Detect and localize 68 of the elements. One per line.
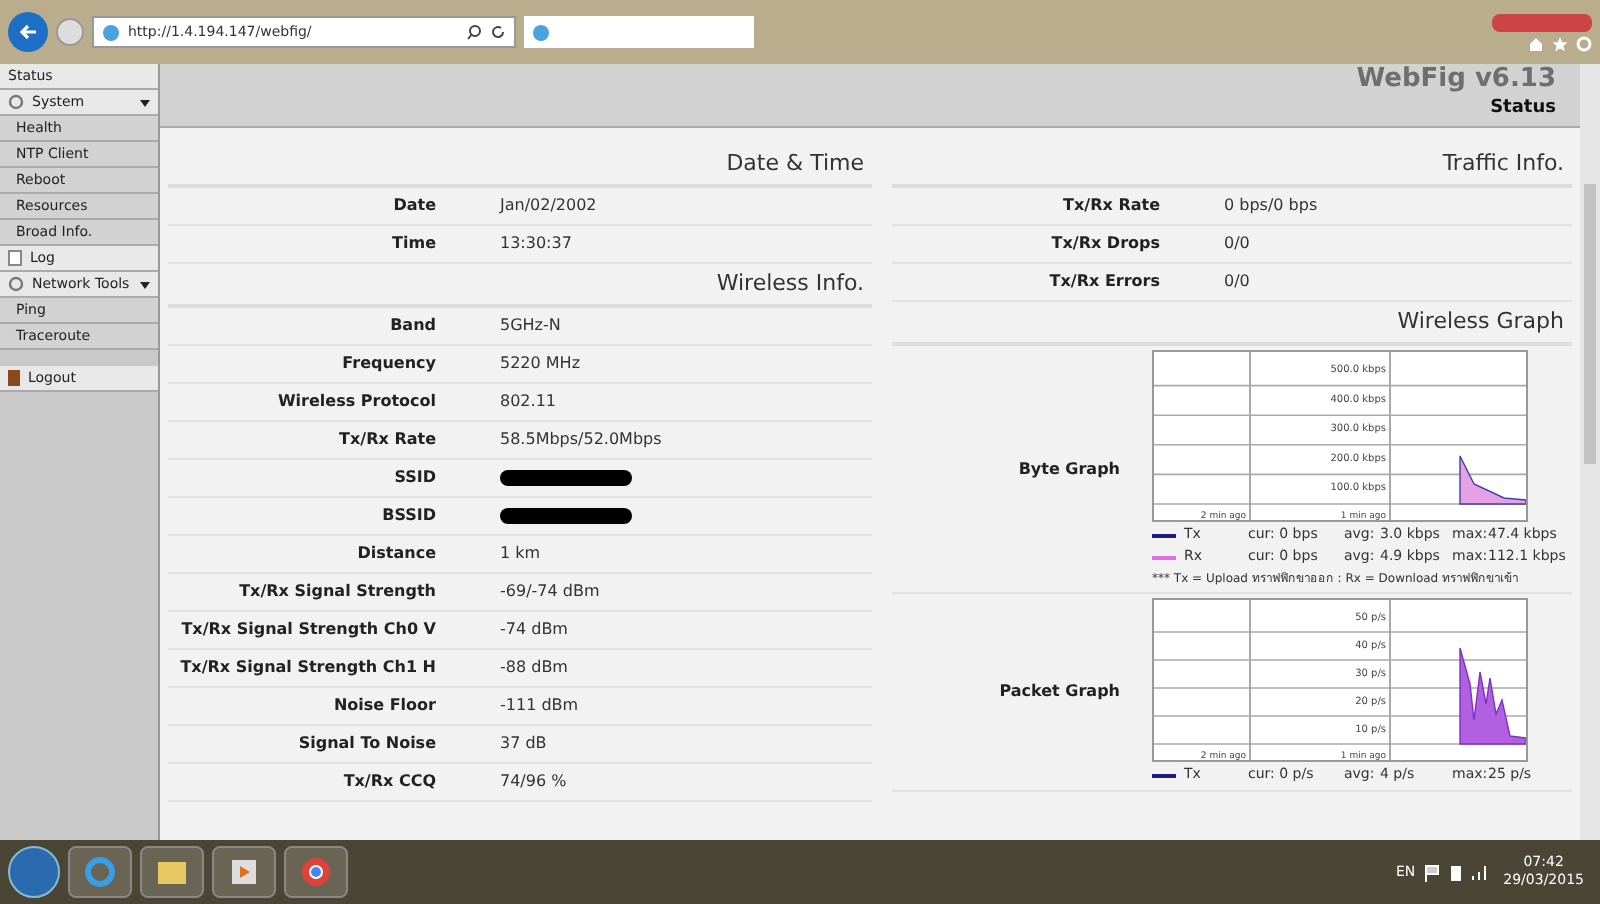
- field-value: -88 dBm: [498, 656, 568, 680]
- section-title: Date & Time: [726, 147, 866, 179]
- signal-icon[interactable]: [1469, 863, 1488, 881]
- field-value: -111 dBm: [498, 694, 579, 718]
- field-value: -74 dBm: [498, 618, 568, 642]
- field-value: 1 km: [498, 542, 541, 566]
- battery-icon[interactable]: [1449, 863, 1462, 881]
- field-value: 802.11: [498, 390, 556, 414]
- search-icon: [466, 24, 482, 40]
- field-label: Time: [390, 232, 438, 256]
- field-label: Tx/Rx Rate: [1061, 194, 1162, 218]
- folder-icon: [156, 856, 188, 888]
- browser-page-icon: [102, 23, 120, 41]
- door-icon: [8, 370, 20, 386]
- section-title: Wireless Graph: [1397, 305, 1566, 337]
- field-label: SSID: [392, 466, 438, 490]
- field-label: Tx/Rx Rate: [337, 428, 438, 452]
- taskbar-app-button[interactable]: [284, 846, 348, 898]
- taskbar-app-button[interactable]: [212, 846, 276, 898]
- field-value: -69/-74 dBm: [498, 580, 600, 604]
- field-value: 0 bps/0 bps: [1222, 194, 1318, 218]
- field-value: 5GHz-N: [498, 314, 561, 338]
- field-label: Frequency: [340, 352, 438, 376]
- field-value: 74/96 %: [498, 770, 567, 794]
- field-label: Band: [388, 314, 438, 338]
- browser-tab[interactable]: [524, 16, 754, 48]
- field-label: Distance: [355, 542, 438, 566]
- field-label: Tx/Rx Signal Strength Ch0 V: [179, 618, 438, 642]
- page-title: Status: [1490, 96, 1556, 122]
- traffic-area: [1459, 455, 1527, 505]
- field-value: 0/0: [1222, 232, 1250, 256]
- field-label: Tx/Rx Signal Strength Ch1 H: [178, 656, 438, 680]
- refresh-icon: [490, 24, 506, 40]
- section-title: Traffic Info.: [1442, 147, 1566, 179]
- field-label: Wireless Protocol: [275, 390, 438, 414]
- section-title: Wireless Info.: [716, 267, 866, 299]
- field-value: 5220 MHz: [498, 352, 581, 376]
- field-label: Tx/Rx Drops: [1049, 232, 1162, 256]
- field-value: 0/0: [1222, 270, 1250, 294]
- home-icon[interactable]: [1528, 35, 1544, 51]
- start-button[interactable]: [8, 846, 60, 898]
- flag-icon[interactable]: [1423, 863, 1442, 881]
- field-value: 37 dB: [498, 732, 547, 756]
- field-label: Byte Graph: [1016, 457, 1122, 481]
- traffic-area: [1459, 647, 1527, 745]
- browser-page-icon: [532, 23, 550, 41]
- back-button[interactable]: [8, 12, 48, 52]
- field-value: Jan/02/2002: [497, 194, 597, 218]
- field-label: Date: [391, 194, 438, 218]
- brand-title: WebFig v6.13: [1356, 64, 1556, 96]
- field-label: Tx/Rx CCQ: [341, 770, 438, 794]
- field-label: BSSID: [380, 504, 438, 528]
- field-label: Tx/Rx Errors: [1047, 270, 1162, 294]
- field-label: Signal To Noise: [296, 732, 438, 756]
- settings-icon[interactable]: [1576, 35, 1592, 51]
- field-label: Noise Floor: [331, 694, 438, 718]
- arrow-left-icon: [18, 22, 38, 42]
- media-player-icon: [228, 856, 260, 888]
- field-value: 58.5Mbps/52.0Mbps: [498, 428, 662, 452]
- taskbar-app-button[interactable]: [140, 846, 204, 898]
- forward-button[interactable]: [56, 18, 84, 46]
- field-value: 13:30:37: [498, 232, 572, 256]
- field-label: Tx/Rx Signal Strength: [237, 580, 438, 604]
- taskbar-app-button[interactable]: [68, 846, 132, 898]
- document-icon: [8, 250, 22, 266]
- star-icon[interactable]: [1552, 35, 1568, 51]
- browser-icon: [300, 856, 332, 888]
- field-label: Packet Graph: [997, 680, 1122, 704]
